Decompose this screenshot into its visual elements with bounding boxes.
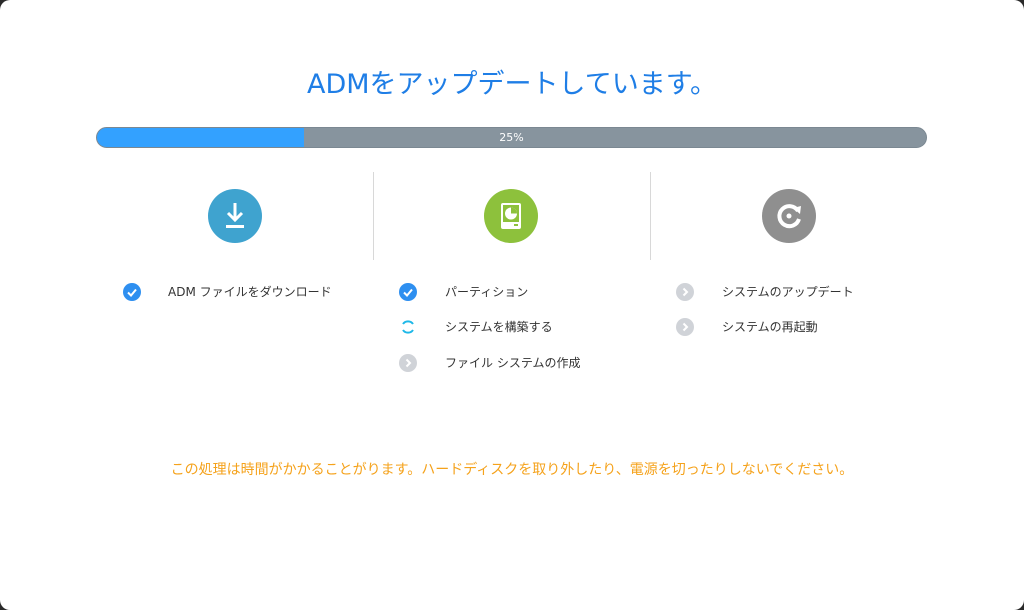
column-divider	[373, 172, 374, 260]
warning-message: この処理は時間がかかることがります。ハードディスクを取り外したり、電源を切ったり…	[170, 462, 854, 478]
spinner-icon	[399, 318, 417, 336]
chevron-right-icon	[676, 318, 694, 336]
update-panel: ADMをアップデートしています。 25% ADM ファイルをダウンロード パーティ…	[0, 0, 1024, 610]
check-icon	[399, 283, 417, 301]
step-item-label: パーティション	[445, 285, 529, 299]
step-item-label: システムのアップデート	[722, 285, 854, 299]
step-item-label: ADM ファイルをダウンロード	[168, 285, 332, 299]
disk-partition-icon	[484, 189, 538, 243]
page-title: ADMをアップデートしています。	[306, 69, 718, 100]
progress-bar: 25%	[96, 127, 927, 148]
column-divider	[650, 172, 651, 260]
chevron-right-icon	[676, 283, 694, 301]
restart-icon	[762, 189, 816, 243]
step-item-label: ファイル システムの作成	[445, 356, 581, 370]
step-item-label: システムの再起動	[722, 320, 818, 334]
progress-label: 25%	[499, 131, 524, 144]
check-icon	[123, 283, 141, 301]
download-icon	[208, 189, 262, 243]
step-item-label: システムを構築する	[445, 320, 553, 334]
chevron-right-icon	[399, 354, 417, 372]
